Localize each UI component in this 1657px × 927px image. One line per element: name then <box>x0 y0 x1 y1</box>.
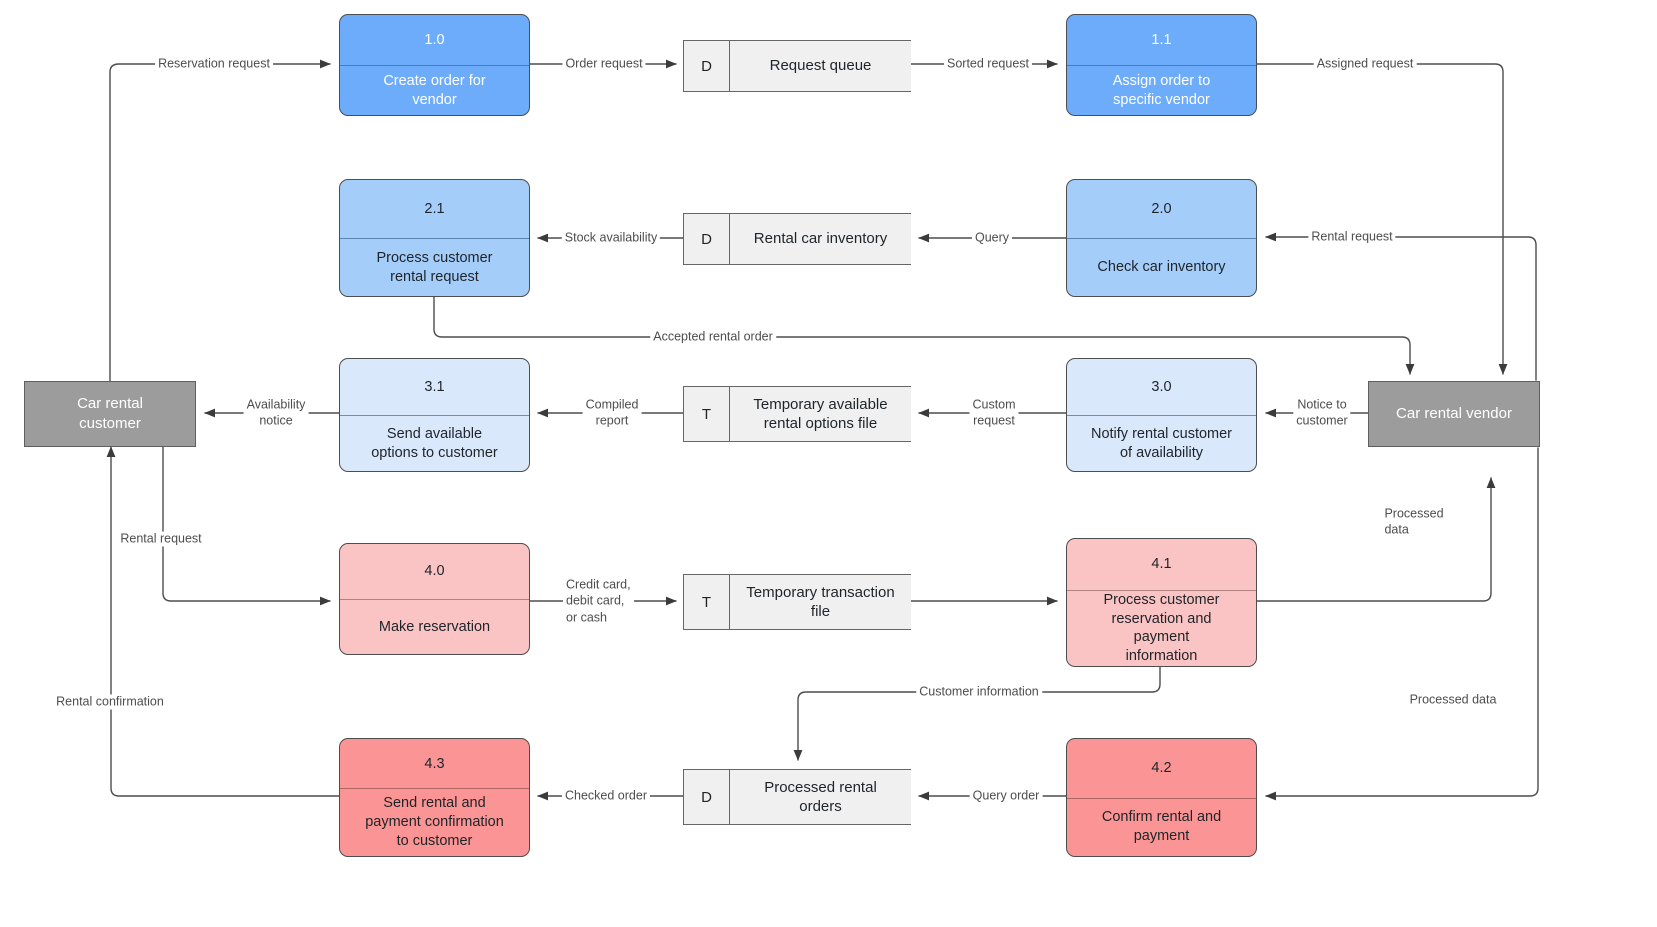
store-temporary-rental-options-name: Temporary available rental options file <box>753 395 888 433</box>
process-4-0[interactable]: 4.0 Make reservation <box>339 543 530 655</box>
process-3-0-number: 3.0 <box>1067 359 1256 416</box>
flow-label-compiled-report: Compiled report <box>582 397 642 429</box>
process-2-1-name: Process customer rental request <box>376 249 493 285</box>
flow-label-assigned-request: Assigned request <box>1313 56 1417 72</box>
flow-label-query-order: Query order <box>969 788 1043 804</box>
process-4-2-name: Confirm rental and payment <box>1101 809 1222 845</box>
flow-rental-request-vendor <box>1265 232 1537 381</box>
process-4-3-number: 4.3 <box>340 739 529 790</box>
process-1-1-name: Assign order to specific vendor <box>1112 72 1211 108</box>
flow-label-reservation-request: Reservation request <box>155 56 273 72</box>
store-processed-rental-orders[interactable]: D Processed rental orders <box>683 769 911 825</box>
process-1-0-name: Create order for vendor <box>383 72 486 108</box>
process-3-0[interactable]: 3.0 Notify rental customer of availabili… <box>1066 358 1257 472</box>
flow-rental-request-customer <box>162 446 331 606</box>
store-request-queue[interactable]: D Request queue <box>683 40 911 92</box>
flow-label-customer-information: Customer information <box>916 684 1042 700</box>
flow-label-processed-data-up: Processed data <box>1381 506 1447 538</box>
flow-label-custom-request: Custom request <box>969 397 1019 429</box>
flow-label-rental-request-customer: Rental request <box>117 531 205 547</box>
process-2-1-number: 2.1 <box>340 180 529 239</box>
flow-label-query: Query <box>971 230 1013 246</box>
flow-label-checked-order: Checked order <box>562 788 650 804</box>
store-rental-car-inventory-name: Rental car inventory <box>753 230 888 248</box>
process-4-2-number: 4.2 <box>1067 739 1256 799</box>
store-rental-car-inventory[interactable]: D Rental car inventory <box>683 213 911 265</box>
flow-label-notice-to-customer: Notice to customer <box>1293 397 1351 429</box>
process-2-0[interactable]: 2.0 Check car inventory <box>1066 179 1257 297</box>
process-4-0-name: Make reservation <box>378 618 491 635</box>
flow-label-rental-request-vendor: Rental request <box>1308 229 1396 245</box>
flow-label-order-request: Order request <box>562 56 646 72</box>
flow-label-accepted-rental-order: Accepted rental order <box>650 329 776 345</box>
store-rental-car-inventory-tag: D <box>684 214 730 264</box>
process-1-0[interactable]: 1.0 Create order for vendor <box>339 14 530 116</box>
flow-label-availability-notice: Availability notice <box>243 397 309 429</box>
process-4-1[interactable]: 4.1 Process customer reservation and pay… <box>1066 538 1257 667</box>
flow-label-sorted-request: Sorted request <box>944 56 1032 72</box>
process-3-1-number: 3.1 <box>340 359 529 416</box>
entity-car-rental-customer[interactable]: Car rental customer <box>24 381 196 447</box>
flow-processed-data-up <box>1256 477 1496 602</box>
process-3-0-name: Notify rental customer of availability <box>1090 425 1233 461</box>
process-4-3-name: Send rental and payment confirmation to … <box>365 795 504 849</box>
flow-label-rental-confirmation: Rental confirmation <box>53 694 167 710</box>
store-temporary-rental-options-tag: T <box>684 387 730 441</box>
flow-processed-data-down <box>1265 447 1539 801</box>
flow-assigned-request <box>1256 63 1508 375</box>
process-1-1[interactable]: 1.1 Assign order to specific vendor <box>1066 14 1257 116</box>
store-request-queue-tag: D <box>684 41 730 91</box>
process-3-1-name: Send available options to customer <box>371 425 498 461</box>
flow-label-processed-data-down: Processed data <box>1406 692 1500 708</box>
process-4-0-number: 4.0 <box>340 544 529 600</box>
store-temporary-rental-options[interactable]: T Temporary available rental options fil… <box>683 386 911 442</box>
process-4-2[interactable]: 4.2 Confirm rental and payment <box>1066 738 1257 857</box>
store-processed-rental-orders-tag: D <box>684 770 730 824</box>
flow-rental-confirmation <box>106 446 340 797</box>
store-temporary-transaction-file-tag: T <box>684 575 730 629</box>
flow-reservation-request <box>109 59 331 382</box>
flow-label-stock-availability: Stock availability <box>561 230 661 246</box>
process-2-1[interactable]: 2.1 Process customer rental request <box>339 179 530 297</box>
process-1-0-number: 1.0 <box>340 15 529 66</box>
process-4-3[interactable]: 4.3 Send rental and payment confirmation… <box>339 738 530 857</box>
process-4-1-name: Process customer reservation and payment… <box>1103 591 1220 665</box>
dfd-canvas: Car rental customer Car rental vendor 1.… <box>0 0 1657 927</box>
process-1-1-number: 1.1 <box>1067 15 1256 66</box>
store-processed-rental-orders-name: Processed rental orders <box>764 778 877 816</box>
process-2-0-name: Check car inventory <box>1097 259 1226 276</box>
store-temporary-transaction-file[interactable]: T Temporary transaction file <box>683 574 911 630</box>
process-3-1[interactable]: 3.1 Send available options to customer <box>339 358 530 472</box>
store-temporary-transaction-file-name: Temporary transaction file <box>746 583 895 621</box>
process-4-1-number: 4.1 <box>1067 539 1256 591</box>
store-request-queue-name: Request queue <box>769 57 872 75</box>
process-2-0-number: 2.0 <box>1067 180 1256 239</box>
entity-car-rental-vendor[interactable]: Car rental vendor <box>1368 381 1540 447</box>
flow-label-payment-method: Credit card, debit card, or cash <box>563 576 634 626</box>
flow-accepted-rental-order <box>433 296 1415 375</box>
